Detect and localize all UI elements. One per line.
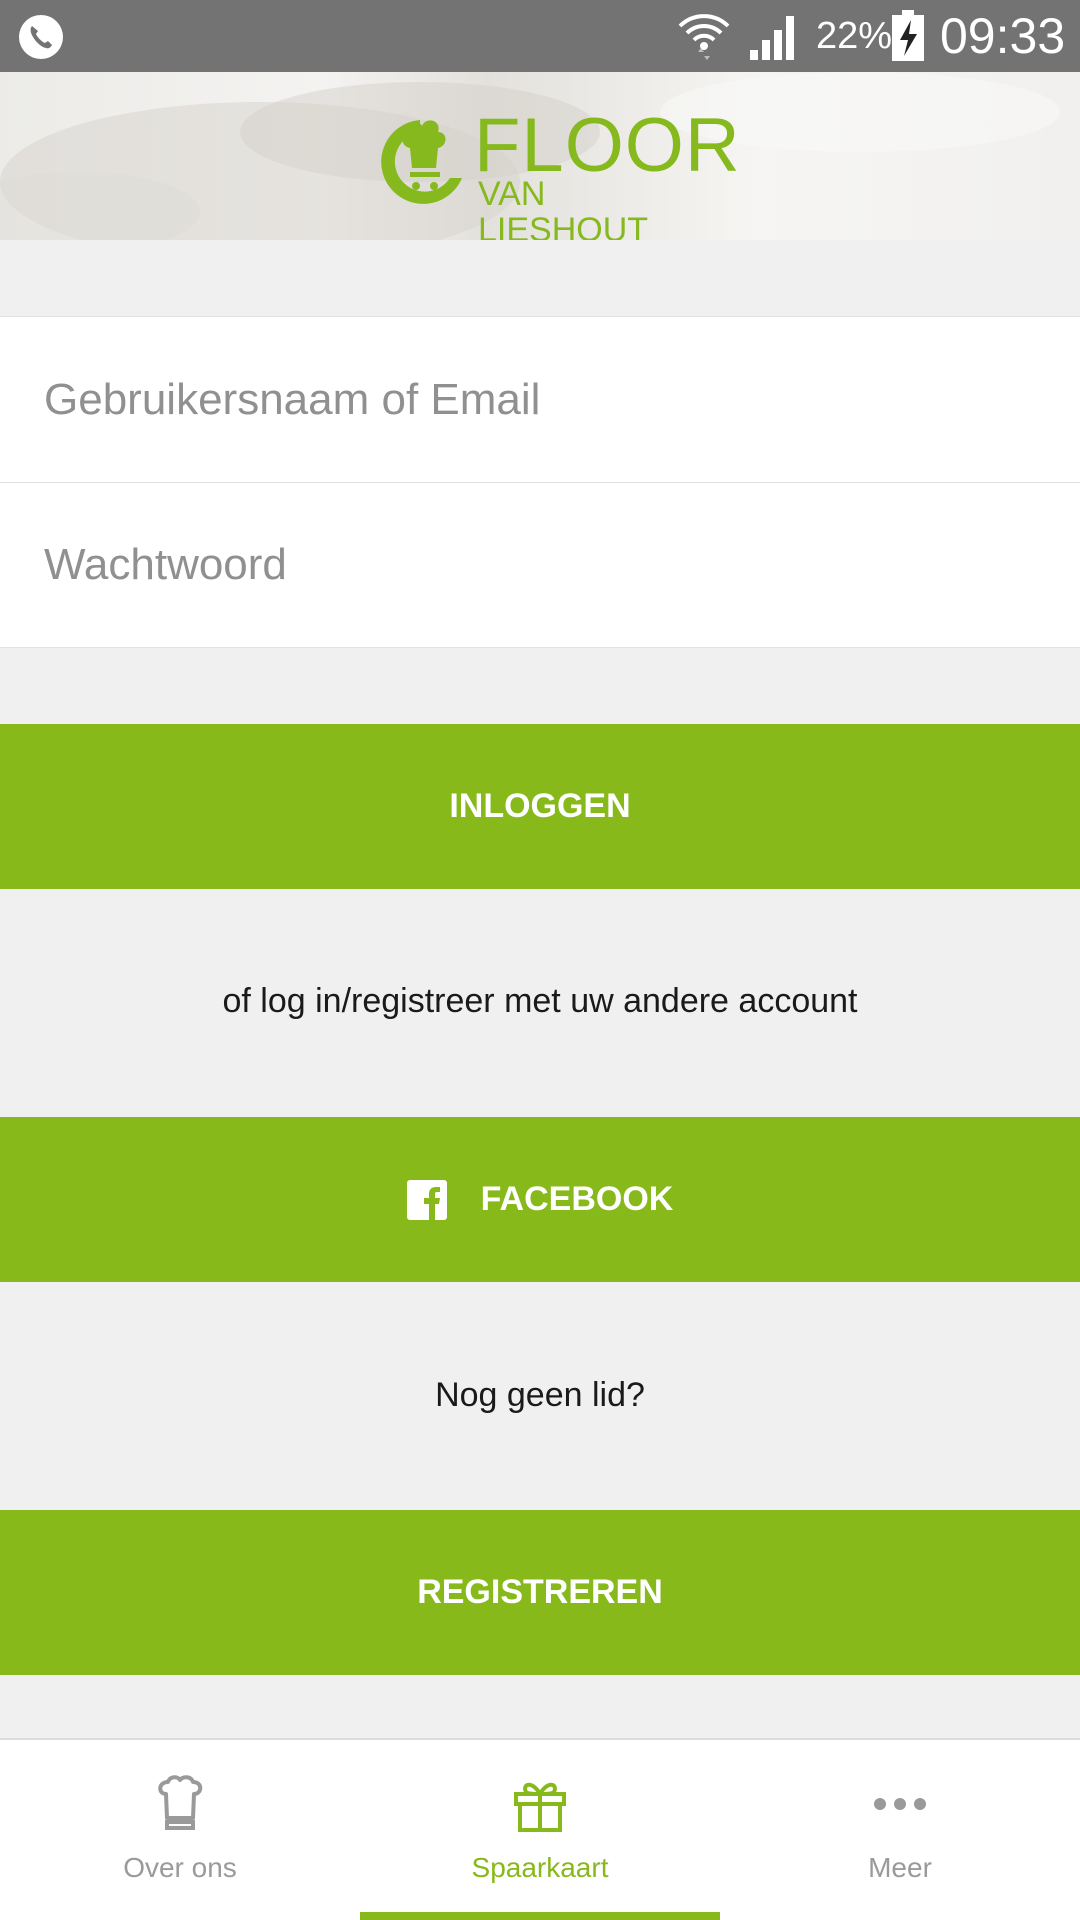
- password-field-row: [0, 482, 1080, 648]
- login-button[interactable]: INLOGGEN: [0, 724, 1080, 889]
- register-button[interactable]: REGISTREREN: [0, 1510, 1080, 1675]
- wifi-icon: [678, 14, 730, 60]
- chef-hat-cart-logo: [381, 120, 462, 204]
- alt-login-text: of log in/registreer met uw andere accou…: [222, 982, 858, 1020]
- logo-subtitle: VAN LIESHOUT: [478, 175, 649, 240]
- nav-tab-over-ons[interactable]: Over ons: [0, 1740, 360, 1920]
- password-input[interactable]: [44, 483, 1044, 647]
- chef-hat-icon: [158, 1775, 203, 1830]
- battery-percent: 22%: [816, 15, 893, 57]
- facebook-button-label: FACEBOOK: [480, 1180, 674, 1218]
- status-bar: 22% 09:33: [0, 0, 1080, 72]
- status-clock: 09:33: [940, 8, 1066, 64]
- nav-label-spaarkaart: Spaarkaart: [471, 1852, 609, 1883]
- logo-wordmark: FLOOR: [474, 103, 741, 188]
- signal-icon: [750, 16, 794, 60]
- facebook-icon: [406, 1179, 447, 1220]
- nav-label-over-ons: Over ons: [123, 1852, 237, 1883]
- not-member-text: Nog geen lid?: [435, 1376, 645, 1414]
- gift-icon: [514, 1782, 566, 1832]
- phone-icon: [19, 15, 63, 59]
- brand-logo: FLOOR VAN LIESHOUT: [370, 108, 740, 240]
- active-tab-indicator: [360, 1912, 720, 1920]
- username-input[interactable]: [44, 317, 1044, 482]
- more-dots-icon: [874, 1798, 926, 1810]
- username-field-row: [0, 316, 1080, 482]
- nav-tab-meer[interactable]: Meer: [720, 1740, 1080, 1920]
- nav-label-meer: Meer: [868, 1852, 932, 1883]
- nav-tab-spaarkaart[interactable]: Spaarkaart: [360, 1740, 720, 1920]
- facebook-login-button[interactable]: FACEBOOK: [0, 1117, 1080, 1282]
- register-button-label: REGISTREREN: [417, 1573, 663, 1611]
- login-button-label: INLOGGEN: [449, 787, 631, 825]
- battery-charging-icon: [892, 10, 924, 61]
- header-banner: FLOOR VAN LIESHOUT: [0, 72, 1080, 240]
- bottom-navigation: Over ons Spaarkaart Meer: [0, 1738, 1080, 1920]
